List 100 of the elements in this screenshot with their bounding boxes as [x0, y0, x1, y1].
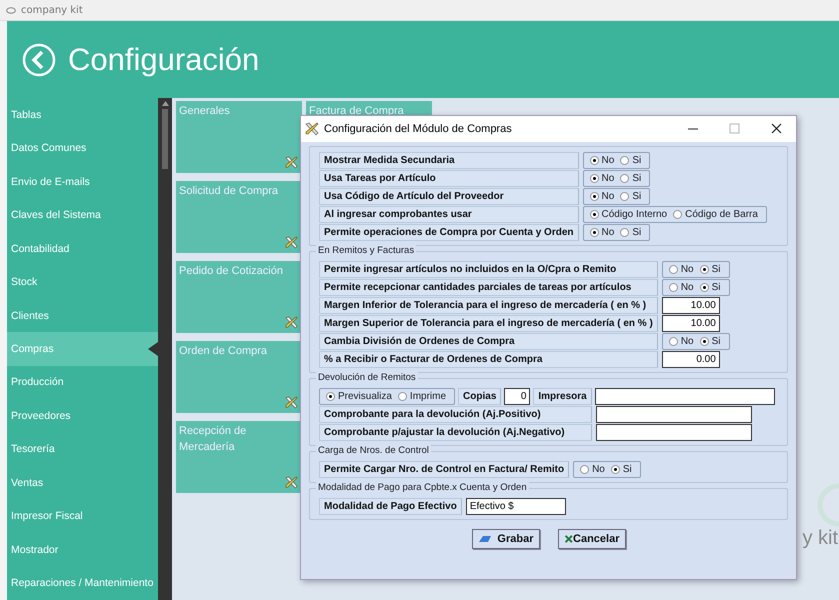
sidebar-item[interactable]: Datos Comunes: [7, 131, 158, 165]
module-tile[interactable]: Orden de Compra: [176, 341, 302, 413]
sidebar-item[interactable]: Tesorería: [7, 432, 158, 466]
sidebar-item[interactable]: Reparaciones / Mantenimiento: [7, 566, 158, 600]
radio-button[interactable]: [326, 392, 335, 401]
sidebar-item[interactable]: Stock: [7, 265, 158, 299]
tools-icon: [304, 121, 320, 137]
radio-group[interactable]: No Si: [573, 461, 641, 478]
radio-button[interactable]: [673, 210, 682, 219]
logo-text: y kit: [802, 527, 838, 550]
radio-label: Si: [632, 191, 642, 202]
radio-label: No: [592, 464, 605, 475]
number-field[interactable]: 0.00: [662, 351, 720, 368]
radio-label: Si: [632, 227, 642, 238]
tools-icon[interactable]: [284, 475, 299, 490]
tile-label: Recepción de Mercadería: [179, 425, 246, 453]
radio-label: No: [602, 173, 614, 184]
setting-label: Cambia División de Ordenes de Compra: [319, 333, 658, 350]
sidebar-item[interactable]: Producción: [7, 366, 158, 400]
radio-button[interactable]: [590, 192, 599, 201]
setting-label: Margen Inferior de Tolerancia para el ingreso de mercadería ( en % ): [319, 297, 658, 314]
radio-group[interactable]: No Si: [582, 188, 650, 205]
setting-label: Permite ingresar artículos no incluidos en la O/Cpra o Remito: [319, 261, 658, 278]
radio-button[interactable]: [700, 283, 709, 292]
radio-button[interactable]: [620, 156, 630, 165]
radio-button[interactable]: [590, 174, 599, 183]
radio-group[interactable]: No Si: [582, 152, 650, 169]
sidebar-item[interactable]: Ventas: [7, 466, 158, 500]
group-title: En Remitos y Facturas: [316, 245, 416, 256]
text-field[interactable]: [596, 424, 752, 441]
number-field[interactable]: 10.00: [662, 297, 720, 314]
radio-group[interactable]: No Si: [582, 224, 650, 241]
radio-label: Si: [712, 264, 721, 275]
sidebar-item[interactable]: Impresor Fiscal: [7, 500, 158, 534]
radio-button[interactable]: [620, 174, 630, 183]
text-field[interactable]: [596, 406, 752, 423]
sidebar-item[interactable]: Compras: [7, 332, 158, 366]
radio-label: Si: [622, 464, 632, 475]
copies-field[interactable]: 0: [504, 388, 530, 405]
sidebar-item[interactable]: Contabilidad: [7, 232, 158, 266]
radio-button[interactable]: [610, 465, 620, 474]
radio-label: No: [680, 336, 694, 347]
tools-icon[interactable]: [284, 155, 299, 170]
close-icon: [564, 533, 574, 545]
setting-label: Usa Tareas por Artículo: [319, 170, 579, 187]
dialog-title: Configuración del Módulo de Compras: [324, 123, 513, 135]
copies-label: Copias: [458, 388, 502, 405]
save-button[interactable]: Grabar: [472, 529, 540, 549]
text-field[interactable]: Efectivo $: [466, 498, 566, 515]
radio-button[interactable]: [590, 156, 599, 165]
cancel-button[interactable]: Cancelar: [558, 529, 626, 549]
module-tile[interactable]: Pedido de Cotización: [176, 261, 302, 333]
radio-button[interactable]: [590, 228, 599, 237]
sidebar-item[interactable]: Mostrador: [7, 533, 158, 567]
sidebar-item[interactable]: Claves del Sistema: [7, 198, 158, 232]
group-title: Devolución de Remitos: [316, 372, 418, 383]
printer-field[interactable]: [594, 388, 775, 405]
radio-button[interactable]: [620, 228, 630, 237]
setting-label: Permite operaciones de Compra por Cuenta y Orden: [319, 224, 579, 241]
tools-icon[interactable]: [284, 235, 299, 250]
number-field[interactable]: 10.00: [662, 315, 720, 332]
radio-label: Código de Barra: [685, 209, 758, 220]
radio-button[interactable]: [668, 337, 678, 346]
radio-button[interactable]: [700, 337, 709, 346]
window-title: company kit: [21, 4, 83, 16]
tools-icon[interactable]: [284, 315, 299, 330]
radio-group[interactable]: No Si: [662, 279, 730, 296]
setting-label: Margen Superior de Tolerancia para el ingreso de mercadería ( en % ): [319, 315, 658, 332]
radio-group[interactable]: No Si: [662, 333, 730, 350]
sidebar-item[interactable]: Proveedores: [7, 399, 158, 433]
tile-label: Factura de Compra: [309, 105, 404, 117]
radio-label: No: [602, 191, 614, 202]
radio-button[interactable]: [580, 465, 590, 474]
radio-button[interactable]: [398, 392, 407, 401]
printer-label: Impresora: [533, 388, 592, 405]
radio-label: No: [602, 155, 614, 166]
radio-label: Si: [712, 282, 721, 293]
radio-button[interactable]: [668, 283, 678, 292]
sidebar-item[interactable]: Envio de E-mails: [7, 164, 158, 198]
radio-label: Si: [632, 155, 642, 166]
radio-button[interactable]: [700, 265, 709, 274]
radio-button[interactable]: [620, 192, 630, 201]
setting-label: Mostrar Medida Secundaria: [319, 152, 579, 169]
scroll-up-icon[interactable]: [162, 101, 168, 106]
sidebar-item[interactable]: Clientes: [7, 298, 158, 332]
radio-button[interactable]: [590, 210, 599, 219]
radio-group[interactable]: Previsualiza Imprime: [319, 388, 456, 405]
radio-group[interactable]: No Si: [662, 261, 730, 278]
radio-label: Si: [712, 336, 721, 347]
radio-group[interactable]: Código Interno Código de Barra: [582, 206, 767, 223]
back-icon[interactable]: [22, 42, 56, 76]
scrollbar-thumb[interactable]: [162, 109, 168, 169]
radio-button[interactable]: [668, 265, 678, 274]
radio-group[interactable]: No Si: [582, 170, 650, 187]
setting-label: % a Recibir o Facturar de Ordenes de Compra: [319, 351, 658, 368]
sidebar-item[interactable]: Tablas: [7, 98, 158, 132]
module-tile[interactable]: Solicitud de Compra: [176, 181, 302, 253]
tools-icon[interactable]: [284, 395, 299, 410]
module-tile[interactable]: Generales: [176, 101, 302, 173]
module-tile[interactable]: Recepción de Mercadería: [176, 421, 302, 493]
